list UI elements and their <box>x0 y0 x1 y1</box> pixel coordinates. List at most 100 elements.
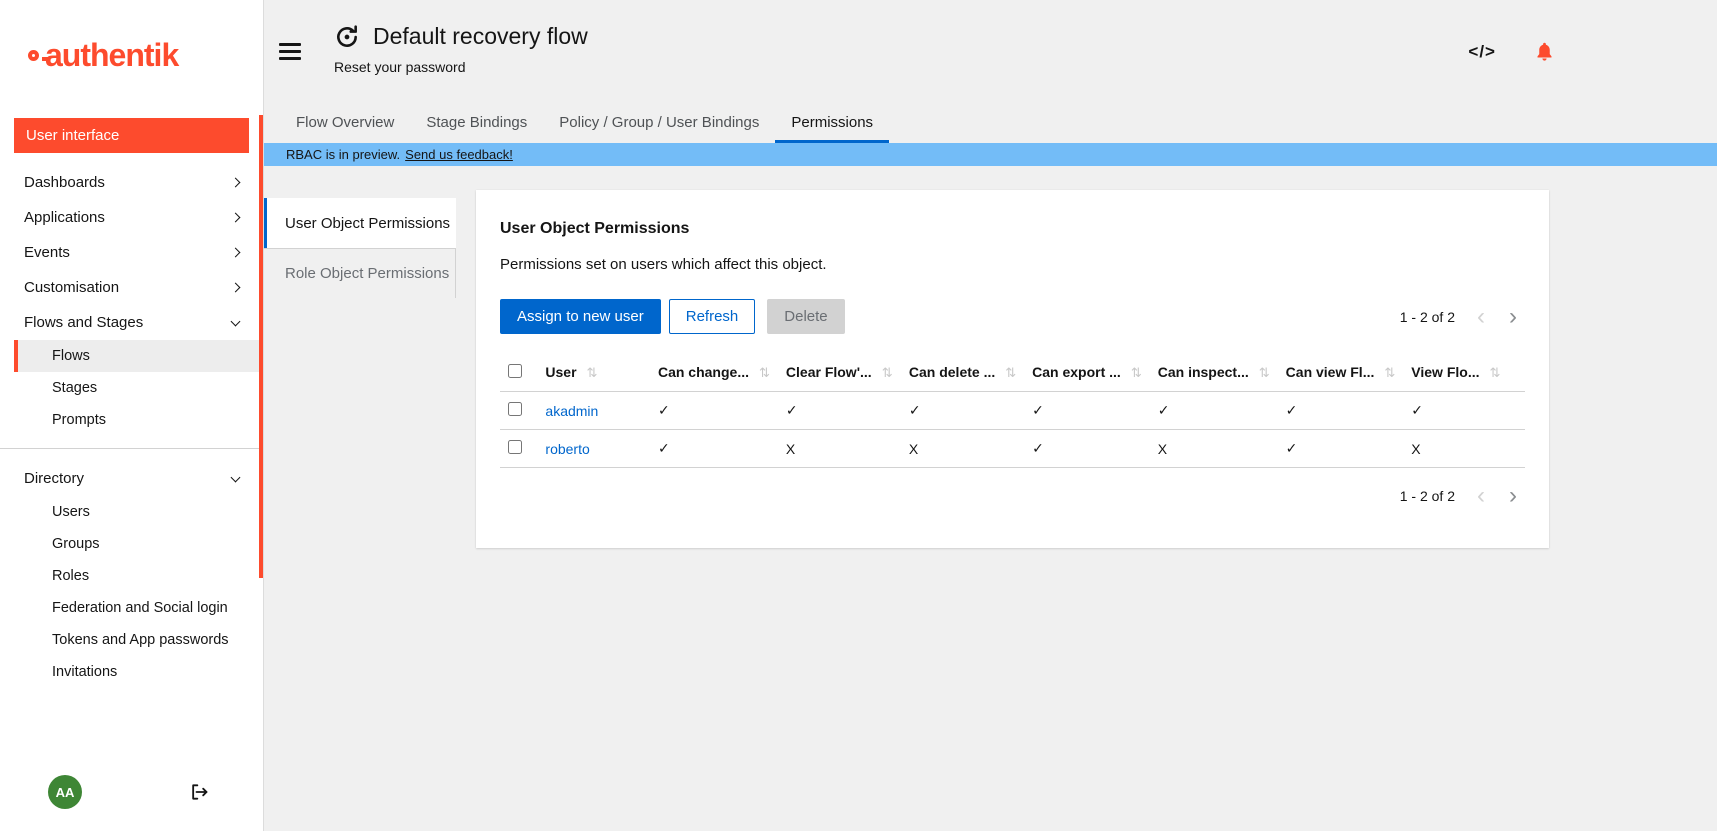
permission-subtabs: User Object Permissions Role Object Perm… <box>264 198 456 298</box>
chevron-down-icon <box>231 473 241 483</box>
tab-flow-overview[interactable]: Flow Overview <box>280 104 410 143</box>
title-block: Default recovery flow Reset your passwor… <box>334 23 588 75</box>
permissions-table: User ⇅ Can change... ⇅ Clear Flow'...⇅ Can… <box>500 354 1525 468</box>
header-actions: </> <box>1468 40 1555 63</box>
pagination-prev-icon[interactable]: ‹ <box>1477 489 1485 503</box>
sidebar-item-federation[interactable]: Federation and Social login <box>14 592 263 624</box>
toolbar: Assign to new user Refresh Delete 1 - 2 … <box>500 299 1525 334</box>
pagination-label: 1 - 2 of 2 <box>1400 309 1455 325</box>
sidebar-item-dashboards[interactable]: Dashboards <box>0 165 263 200</box>
table-header-row: User ⇅ Can change... ⇅ Clear Flow'...⇅ Can… <box>500 354 1525 392</box>
perm-cell: X <box>1403 430 1525 468</box>
column-label: Can view Fl... <box>1286 364 1375 380</box>
sidebar-item-users[interactable]: Users <box>14 496 263 528</box>
column-header-can-change[interactable]: Can change... ⇅ <box>650 354 778 392</box>
sidebar-item-label: Directory <box>24 470 84 487</box>
sort-icon[interactable]: ⇅ <box>882 365 893 380</box>
sidebar-item-prompts[interactable]: Prompts <box>14 404 263 436</box>
user-link-akadmin[interactable]: akadmin <box>545 403 598 419</box>
sort-icon[interactable]: ⇅ <box>1131 365 1142 380</box>
sidebar-item-customisation[interactable]: Customisation <box>0 270 263 305</box>
refresh-button[interactable]: Refresh <box>669 299 756 334</box>
perm-cell: ✓ <box>1278 392 1404 430</box>
perm-cell: X <box>901 430 1024 468</box>
table-row: akadmin ✓ ✓ ✓ ✓ ✓ ✓ ✓ <box>500 392 1525 430</box>
chevron-right-icon <box>231 213 241 223</box>
sidebar-item-label: Customisation <box>24 279 119 296</box>
sidebar-item-roles[interactable]: Roles <box>14 560 263 592</box>
avatar[interactable]: AA <box>48 775 82 809</box>
sidebar-item-tokens[interactable]: Tokens and App passwords <box>14 624 263 656</box>
sort-icon[interactable]: ⇅ <box>759 365 770 380</box>
perm-cell: X <box>1150 430 1278 468</box>
delete-button[interactable]: Delete <box>767 299 844 334</box>
column-header-can-export[interactable]: Can export ... ⇅ <box>1024 354 1150 392</box>
select-all-checkbox[interactable] <box>508 364 522 378</box>
rbac-preview-banner: RBAC is in preview. Send us feedback! <box>264 143 1717 166</box>
column-label: Can delete ... <box>909 364 995 380</box>
perm-cell: X <box>778 430 901 468</box>
main-area: Default recovery flow Reset your passwor… <box>264 0 1717 831</box>
column-header-view-flow[interactable]: View Flo... ⇅ <box>1403 354 1525 392</box>
pagination-top: 1 - 2 of 2 ‹ › <box>1400 309 1525 325</box>
column-label: Can change... <box>658 364 749 380</box>
sidebar-item-user-interface[interactable]: User interface <box>14 118 249 153</box>
column-header-clear-flow[interactable]: Clear Flow'...⇅ <box>778 354 901 392</box>
subtab-role-object-permissions[interactable]: Role Object Permissions <box>264 248 456 298</box>
user-link-roberto[interactable]: roberto <box>545 441 589 457</box>
tab-stage-bindings[interactable]: Stage Bindings <box>410 104 543 143</box>
authentik-logo-text: authentik <box>45 37 178 74</box>
perm-cell: ✓ <box>1024 430 1150 468</box>
column-label: Can export ... <box>1032 364 1121 380</box>
sidebar-item-groups[interactable]: Groups <box>14 528 263 560</box>
page-title: Default recovery flow <box>373 23 588 50</box>
sort-icon[interactable]: ⇅ <box>1384 365 1395 380</box>
sidebar-item-flows-and-stages[interactable]: Flows and Stages <box>0 305 263 340</box>
assign-to-new-user-button[interactable]: Assign to new user <box>500 299 661 334</box>
sidebar-item-invitations[interactable]: Invitations <box>14 656 263 688</box>
sidebar-footer: AA <box>0 763 263 831</box>
logout-icon[interactable] <box>189 782 209 802</box>
sidebar-divider <box>0 448 263 449</box>
feedback-link[interactable]: Send us feedback! <box>405 147 513 162</box>
sidebar-scrollbar[interactable] <box>259 115 263 578</box>
card-description: Permissions set on users which affect th… <box>500 256 1525 273</box>
sidebar-toggle-button[interactable] <box>279 43 301 60</box>
column-label: Can inspect... <box>1158 364 1249 380</box>
sidebar-item-flows[interactable]: Flows <box>14 340 263 372</box>
column-header-can-inspect[interactable]: Can inspect... ⇅ <box>1150 354 1278 392</box>
api-browser-icon[interactable]: </> <box>1468 42 1496 62</box>
pagination-next-icon[interactable]: › <box>1509 310 1517 324</box>
tab-policy-group-user-bindings[interactable]: Policy / Group / User Bindings <box>543 104 775 143</box>
row-checkbox[interactable] <box>508 440 522 454</box>
column-label: User <box>545 364 576 380</box>
sidebar-item-stages[interactable]: Stages <box>14 372 263 404</box>
sidebar-item-directory[interactable]: Directory <box>0 461 263 496</box>
pagination-bottom: 1 - 2 of 2 ‹ › <box>500 488 1525 504</box>
perm-cell: ✓ <box>1150 392 1278 430</box>
row-checkbox[interactable] <box>508 402 522 416</box>
sort-icon[interactable]: ⇅ <box>1259 365 1270 380</box>
perm-cell: ✓ <box>901 392 1024 430</box>
sidebar-item-label: Flows and Stages <box>24 314 143 331</box>
pagination-label: 1 - 2 of 2 <box>1400 488 1455 504</box>
authentik-logo[interactable]: authentik <box>0 0 263 78</box>
perm-cell: ✓ <box>650 392 778 430</box>
perm-cell: ✓ <box>650 430 778 468</box>
column-header-user[interactable]: User ⇅ <box>537 354 650 392</box>
pagination-prev-icon[interactable]: ‹ <box>1477 310 1485 324</box>
column-label: View Flo... <box>1411 364 1479 380</box>
sort-icon[interactable]: ⇅ <box>587 365 598 380</box>
subtab-user-object-permissions[interactable]: User Object Permissions <box>264 198 456 248</box>
perm-cell: ✓ <box>1024 392 1150 430</box>
column-header-can-view[interactable]: Can view Fl... ⇅ <box>1278 354 1404 392</box>
notifications-bell-icon[interactable] <box>1534 40 1555 63</box>
column-header-can-delete[interactable]: Can delete ... ⇅ <box>901 354 1024 392</box>
sidebar-item-events[interactable]: Events <box>0 235 263 270</box>
sidebar-nav: Dashboards Applications Events Customisa… <box>0 165 263 763</box>
pagination-next-icon[interactable]: › <box>1509 489 1517 503</box>
sort-icon[interactable]: ⇅ <box>1005 365 1016 380</box>
sort-icon[interactable]: ⇅ <box>1489 365 1500 380</box>
sidebar-item-applications[interactable]: Applications <box>0 200 263 235</box>
tab-permissions[interactable]: Permissions <box>775 104 889 143</box>
